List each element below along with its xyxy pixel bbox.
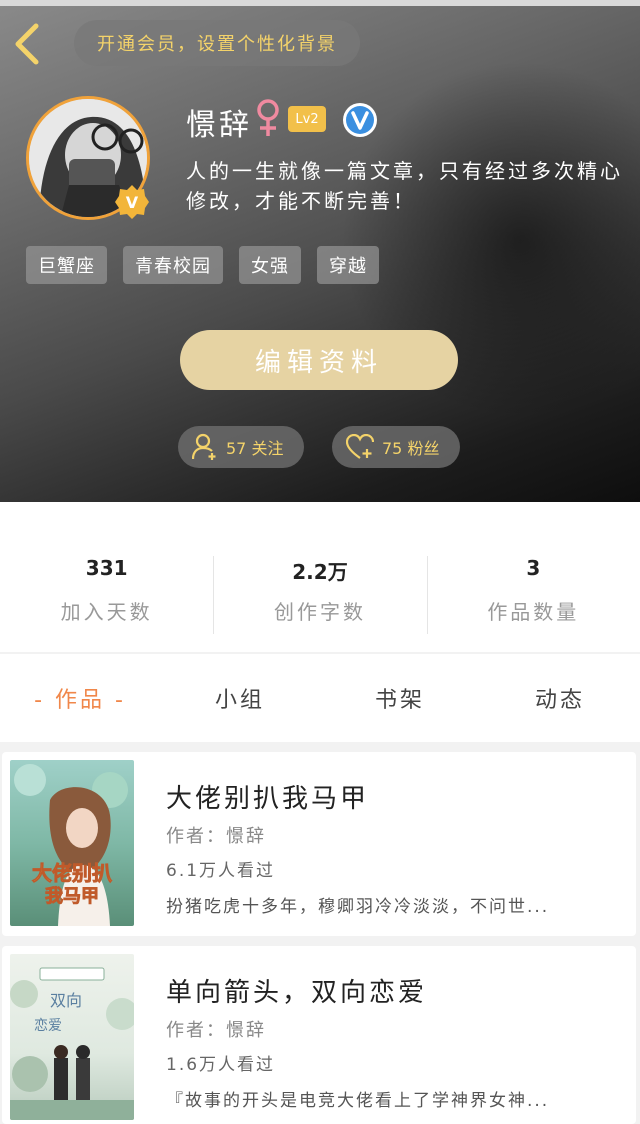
vip-background-banner[interactable]: 开通会员，设置个性化背景 — [74, 20, 360, 66]
work-description: 『故事的开头是电竞大佬看上了学神界女神... — [166, 1091, 550, 1111]
profile-tabs: - 作品 - 小组 书架 动态 — [0, 654, 640, 742]
tag-item[interactable]: 女强 — [239, 246, 301, 284]
work-card[interactable]: 双向 恋爱 单向箭头，双向恋爱 作者：憬辞 1.6万人看过 『故事的开头是电竞大… — [2, 946, 636, 1124]
edit-profile-button[interactable]: 编辑资料 — [180, 330, 458, 390]
profile-header: 开通会员，设置个性化背景 V 憬辞 Lv2 人的一生就像一篇文章，只有经过多次精… — [0, 0, 640, 502]
username: 憬辞 — [186, 108, 252, 143]
tag-item[interactable]: 青春校园 — [123, 246, 223, 284]
stat-join-days: 331 加入天数 — [0, 556, 213, 638]
following-count: 57 关注 — [226, 439, 284, 458]
tag-item[interactable]: 穿越 — [317, 246, 379, 284]
stat-value: 331 — [85, 556, 128, 580]
work-views: 6.1万人看过 — [166, 861, 276, 881]
fans-count: 75 粉丝 — [382, 439, 440, 458]
user-bio: 人的一生就像一篇文章，只有经过多次精心修改，才能不断完善！ — [186, 159, 623, 213]
work-title: 大佬别扒我马甲 — [166, 784, 370, 814]
work-title: 单向箭头，双向恋爱 — [166, 978, 428, 1008]
tab-works[interactable]: - 作品 - — [0, 682, 160, 714]
tab-bookshelf[interactable]: 书架 — [320, 682, 480, 714]
fans-button[interactable]: 75 粉丝 — [332, 426, 460, 468]
level-badge: Lv2 — [288, 106, 326, 132]
tab-activity[interactable]: 动态 — [480, 682, 640, 714]
stat-value: 3 — [526, 556, 541, 580]
work-description: 扮猪吃虎十多年，穆卿羽冷冷淡淡，不问世... — [166, 897, 550, 917]
svg-text:大佬别扒: 大佬别扒 — [32, 861, 112, 885]
stat-label: 创作字数 — [273, 600, 366, 624]
add-user-icon — [192, 433, 216, 460]
work-author: 作者：憬辞 — [166, 1020, 266, 1041]
book-cover: 大佬别扒 我马甲 — [10, 760, 134, 926]
heart-plus-icon — [346, 434, 374, 459]
verified-author-badge-icon: V — [115, 185, 149, 219]
stats-bar: 331 加入天数 2.2万 创作字数 3 作品数量 — [0, 502, 640, 652]
work-card[interactable]: 大佬别扒 我马甲 大佬别扒我马甲 作者：憬辞 6.1万人看过 扮猪吃虎十多年，穆… — [2, 752, 636, 936]
stat-value: 2.2万 — [292, 560, 348, 584]
tab-groups[interactable]: 小组 — [160, 682, 320, 714]
svg-text:V: V — [126, 193, 139, 212]
work-author: 作者：憬辞 — [166, 826, 266, 847]
book-cover: 双向 恋爱 — [10, 954, 134, 1120]
svg-text:双向: 双向 — [50, 991, 82, 1010]
stat-label: 作品数量 — [487, 600, 580, 624]
back-button[interactable] — [8, 22, 48, 66]
stat-word-count: 2.2万 创作字数 — [213, 556, 426, 638]
book-cover-image: 大佬别扒 我马甲 — [10, 760, 134, 926]
tag-list: 巨蟹座 青春校园 女强 穿越 — [26, 246, 379, 284]
following-button[interactable]: 57 关注 — [178, 426, 304, 468]
svg-text:恋爱: 恋爱 — [34, 1017, 62, 1034]
work-views: 1.6万人看过 — [166, 1055, 276, 1075]
svg-text:我马甲: 我马甲 — [45, 886, 99, 907]
book-cover-image: 双向 恋爱 — [10, 954, 134, 1120]
tag-item[interactable]: 巨蟹座 — [26, 246, 107, 284]
chevron-left-icon — [15, 23, 39, 65]
stat-label: 加入天数 — [60, 600, 153, 624]
female-gender-icon — [257, 99, 279, 136]
verified-v-icon — [343, 103, 377, 137]
stat-works-count: 3 作品数量 — [426, 556, 640, 638]
